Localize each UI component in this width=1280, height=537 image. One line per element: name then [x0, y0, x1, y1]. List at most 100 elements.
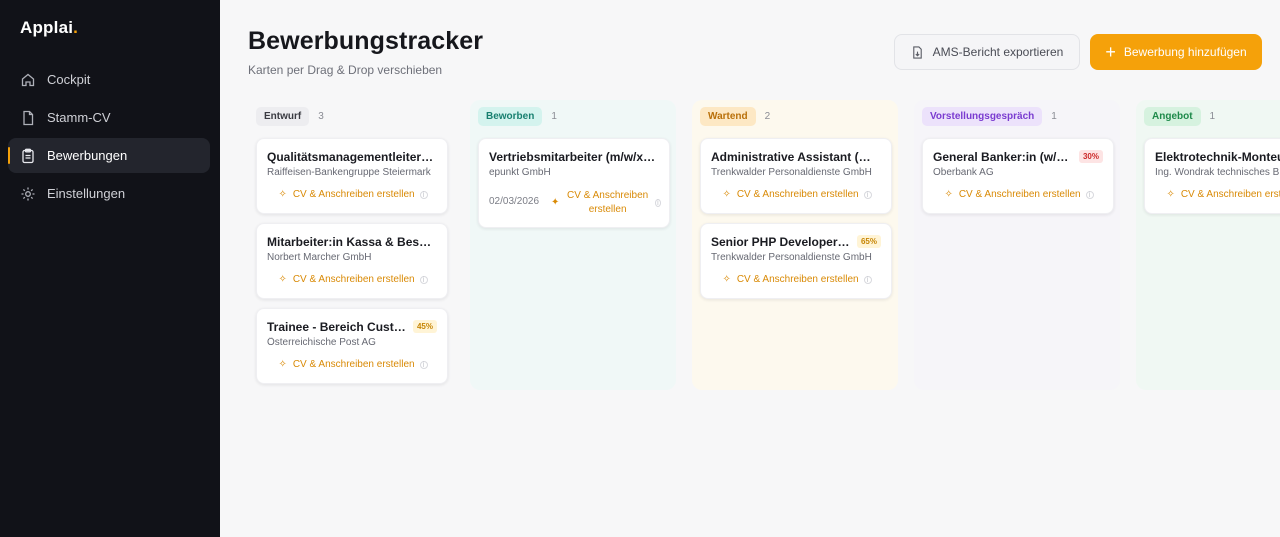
card-title: Administrative Assistant (m/w/d) [711, 150, 879, 164]
sidebar-item-label: Bewerbungen [47, 148, 128, 163]
sidebar-item-stamm-cv[interactable]: Stamm-CV [8, 100, 210, 135]
sidebar-item-label: Cockpit [47, 72, 91, 87]
card-company: Trenkwalder Personaldienste GmbH [711, 252, 872, 263]
sidebar: Applai. Cockpit Stamm-CV Bewerbungen Ein… [0, 0, 220, 537]
info-icon: i [654, 199, 661, 207]
sidebar-item-cockpit[interactable]: Cockpit [8, 62, 210, 97]
create-cv-label: CV & Anschreiben erstellen [292, 274, 415, 285]
app-logo[interactable]: Applai. [20, 18, 78, 38]
page-title: Bewerbungstracker [248, 27, 484, 55]
column-header: Vorstellungsgespräch 1 [922, 107, 1057, 126]
create-cv-label: CV & Anschreiben erstellen [736, 189, 859, 200]
application-card[interactable]: Senior PHP Developer (m/w/d) 65% Trenkwa… [700, 223, 892, 299]
card-title: Trainee - Bereich Customer Service [267, 320, 407, 334]
sparkle-icon: ✧ [944, 189, 953, 200]
application-card[interactable]: Administrative Assistant (m/w/d) Trenkwa… [700, 138, 892, 214]
card-company: epunkt GmbH [489, 167, 551, 178]
column-beworben: Beworben 1 Vertriebsmitarbeiter (m/w/x) … [470, 100, 676, 390]
application-card[interactable]: Elektrotechnik-Monteur Ing. Wondrak tech… [1144, 138, 1280, 214]
home-icon [20, 72, 36, 88]
sidebar-item-einstellungen[interactable]: Einstellungen [8, 176, 210, 211]
add-application-button[interactable]: + Bewerbung hinzufügen [1090, 34, 1262, 70]
file-export-icon [912, 45, 922, 59]
add-button-label: Bewerbung hinzufügen [1123, 45, 1247, 59]
application-card[interactable]: General Banker:in (w/m/d) 30% Oberbank A… [922, 138, 1114, 214]
card-company: Norbert Marcher GmbH [267, 252, 372, 263]
card-company: Raiffeisen-Bankengruppe Steiermark [267, 167, 431, 178]
application-card[interactable]: Qualitätsmanagementleiter (m/w/d) Raiffe… [256, 138, 448, 214]
info-icon: i [419, 360, 428, 369]
create-cv-label: CV & Anschreiben erstellen [567, 190, 649, 215]
brand-name: Applai [20, 18, 74, 37]
export-button-label: AMS-Bericht exportieren [932, 45, 1064, 59]
application-date: 02/03/2026 [489, 196, 540, 207]
document-icon [20, 110, 36, 126]
info-icon: i [419, 190, 428, 199]
info-icon: i [863, 275, 872, 284]
status-badge: Beworben [478, 107, 543, 126]
sidebar-nav: Cockpit Stamm-CV Bewerbungen Einstellung… [8, 62, 210, 214]
create-cv-label: CV & Anschreiben erstellen [292, 189, 415, 200]
info-icon: i [1085, 190, 1094, 199]
application-card[interactable]: Mitarbeiter:in Kassa & Bestellung Norber… [256, 223, 448, 299]
info-icon: i [419, 275, 428, 284]
create-cv-label: CV & Anschreiben erstellen [958, 189, 1081, 200]
card-company: Ing. Wondrak technisches Büro [1155, 167, 1280, 178]
match-score-badge: 30% [1078, 150, 1103, 163]
match-score-badge: 45% [412, 320, 437, 333]
column-count: 3 [318, 111, 324, 122]
status-badge: Angebot [1144, 107, 1201, 126]
sparkle-icon: ✧ [722, 189, 731, 200]
sparkle-icon: ✧ [278, 274, 287, 285]
clipboard-icon [20, 148, 36, 164]
column-angebot: Angebot 1 Elektrotechnik-Monteur Ing. Wo… [1136, 100, 1280, 390]
card-title: Qualitätsmanagementleiter (m/w/d) [267, 150, 435, 164]
sparkle-icon: ✧ [278, 359, 287, 370]
export-ams-report-button[interactable]: AMS-Bericht exportieren [894, 34, 1080, 70]
card-title: General Banker:in (w/m/d) [933, 150, 1073, 164]
create-cv-label: CV & Anschreiben erstellen [292, 359, 415, 370]
create-cv-button[interactable]: ✧ CV & Anschreiben erstellen i [257, 189, 449, 200]
card-title: Mitarbeiter:in Kassa & Bestellung [267, 235, 435, 249]
status-badge: Wartend [700, 107, 756, 126]
column-count: 1 [551, 111, 557, 122]
column-header: Angebot 1 [1144, 107, 1215, 126]
column-header: Entwurf 3 [256, 107, 324, 126]
plus-icon: + [1105, 42, 1116, 62]
application-card[interactable]: Trainee - Bereich Customer Service 45% Ö… [256, 308, 448, 384]
info-icon: i [863, 190, 872, 199]
column-count: 1 [1051, 111, 1057, 122]
column-vorstellungsgespraech: Vorstellungsgespräch 1 General Banker:in… [914, 100, 1120, 390]
create-cv-label: CV & Anschreiben erstellen [736, 274, 859, 285]
sidebar-item-label: Stamm-CV [47, 110, 111, 125]
card-title: Elektrotechnik-Monteur [1155, 150, 1280, 164]
column-count: 1 [1209, 111, 1216, 122]
create-cv-button[interactable]: ✧ CV & Anschreiben erstellen i [701, 189, 893, 200]
status-badge: Vorstellungsgespräch [922, 107, 1043, 126]
sparkle-icon: ✦ [551, 197, 560, 208]
create-cv-button[interactable]: ✧CV & Anschreiben erstelleni [1145, 189, 1280, 200]
create-cv-button[interactable]: ✦ CV & Anschreiben erstellen i [551, 189, 661, 217]
create-cv-button[interactable]: ✧CV & Anschreiben erstelleni [701, 274, 893, 285]
sparkle-icon: ✧ [278, 189, 287, 200]
match-score-badge: 65% [856, 235, 881, 248]
sidebar-item-label: Einstellungen [47, 186, 126, 201]
create-cv-button[interactable]: ✧ CV & Anschreiben erstellen i [923, 189, 1115, 200]
card-company: Oberbank AG [933, 167, 994, 178]
column-header: Wartend 2 [700, 107, 770, 126]
create-cv-button[interactable]: ✧ CV & Anschreiben erstellen i [257, 274, 449, 285]
status-badge: Entwurf [256, 107, 310, 126]
gear-icon [20, 186, 36, 202]
sparkle-icon: ✧ [1166, 189, 1175, 200]
create-cv-button[interactable]: ✧ CV & Anschreiben erstellen i [257, 359, 449, 370]
card-title: Senior PHP Developer (m/w/d) [711, 235, 851, 249]
column-entwurf: Entwurf 3 Qualitätsmanagementleiter (m/w… [248, 100, 454, 390]
page-subtitle: Karten per Drag & Drop verschieben [248, 63, 443, 77]
create-cv-label: CV & Anschreiben erstellen [1180, 189, 1280, 200]
sidebar-item-bewerbungen[interactable]: Bewerbungen [8, 138, 210, 173]
card-company: Trenkwalder Personaldienste GmbH [711, 167, 872, 178]
brand-dot: . [73, 18, 79, 37]
application-card[interactable]: Vertriebsmitarbeiter (m/w/x) Innendienst… [478, 138, 670, 228]
card-company: Österreichische Post AG [267, 337, 376, 348]
column-header: Beworben 1 [478, 107, 557, 126]
